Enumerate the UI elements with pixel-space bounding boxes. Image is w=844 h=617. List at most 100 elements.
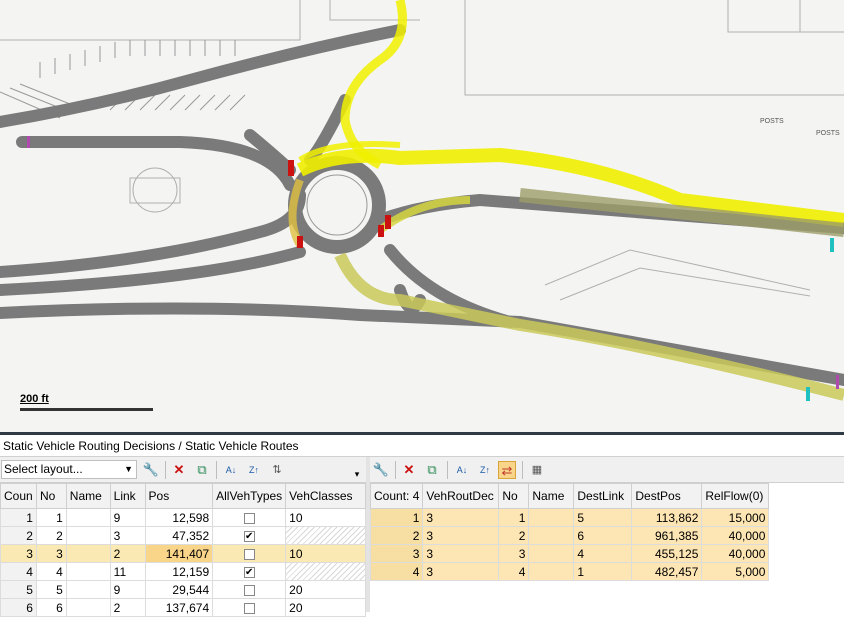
vehicle-routes-table[interactable]: Count: 4 VehRoutDec No Name DestLink Des… [370, 483, 770, 581]
row-index[interactable]: 4 [371, 563, 423, 581]
table-row[interactable]: 3 3 3 4 455,125 40,000 [371, 545, 769, 563]
cell-destlink[interactable]: 6 [574, 527, 632, 545]
cell-relflow[interactable]: 40,000 [702, 527, 769, 545]
cell-allvehtypes[interactable] [213, 509, 286, 527]
cell-destpos[interactable]: 961,385 [632, 527, 702, 545]
cell-vehroutdec[interactable]: 3 [423, 563, 499, 581]
table-row[interactable]: 2 3 2 6 961,385 40,000 [371, 527, 769, 545]
sort-descending-icon[interactable]: Z↑ [245, 461, 263, 479]
cell-allvehtypes[interactable] [213, 581, 286, 599]
layout-select[interactable]: Select layout... ▼ [1, 460, 137, 479]
cell-vehclasses[interactable]: 10 [286, 509, 366, 527]
cell-relflow[interactable]: 15,000 [702, 509, 769, 527]
cell-destpos[interactable]: 455,125 [632, 545, 702, 563]
cell-allvehtypes[interactable]: ✔ [213, 563, 286, 581]
allvehtypes-checkbox[interactable] [244, 603, 255, 614]
table-row[interactable]: 6 6 2 137,674 20 [1, 599, 366, 617]
cell-link[interactable]: 9 [110, 581, 145, 599]
cell-pos[interactable]: 47,352 [145, 527, 213, 545]
cell-name[interactable] [66, 581, 110, 599]
allvehtypes-checkbox[interactable] [244, 585, 255, 596]
cell-name[interactable] [66, 563, 110, 581]
network-map[interactable]: POSTS POSTS 200 ft [0, 0, 844, 432]
cell-name[interactable] [529, 527, 574, 545]
clear-sort-icon[interactable]: ⇅ [268, 461, 286, 479]
cell-no[interactable]: 1 [499, 509, 529, 527]
row-index[interactable]: 3 [371, 545, 423, 563]
row-index[interactable]: 5 [1, 581, 37, 599]
cell-vehroutdec[interactable]: 3 [423, 509, 499, 527]
dropdown-icon[interactable]: ▾ [348, 465, 366, 483]
cell-name[interactable] [66, 599, 110, 617]
cell-name[interactable] [66, 509, 110, 527]
cell-destlink[interactable]: 4 [574, 545, 632, 563]
cell-allvehtypes[interactable] [213, 599, 286, 617]
allvehtypes-checkbox[interactable] [244, 549, 255, 560]
cell-name[interactable] [66, 527, 110, 545]
cell-no[interactable]: 2 [36, 527, 66, 545]
cell-no[interactable]: 6 [36, 599, 66, 617]
cell-destlink[interactable]: 5 [574, 509, 632, 527]
row-index[interactable]: 2 [1, 527, 37, 545]
row-index[interactable]: 3 [1, 545, 37, 563]
duplicate-icon[interactable]: ⧉ [423, 461, 441, 479]
cell-link[interactable]: 9 [110, 509, 145, 527]
cell-name[interactable] [529, 509, 574, 527]
grid-icon[interactable]: ▦ [528, 461, 546, 479]
wrench-icon[interactable]: 🔧 [142, 461, 160, 479]
row-index[interactable]: 1 [371, 509, 423, 527]
table-row[interactable]: 4 3 4 1 482,457 5,000 [371, 563, 769, 581]
table-row[interactable]: 1 3 1 5 113,862 15,000 [371, 509, 769, 527]
table-row[interactable]: 5 5 9 29,544 20 [1, 581, 366, 599]
cell-allvehtypes[interactable]: ✔ [213, 527, 286, 545]
column-header[interactable]: DestLink [574, 484, 632, 509]
cell-name[interactable] [529, 563, 574, 581]
sort-ascending-icon[interactable]: A↓ [222, 461, 240, 479]
sync-icon[interactable]: ⇄ [498, 461, 516, 479]
cell-no[interactable]: 2 [499, 527, 529, 545]
table-row[interactable]: 4 4 11 12,159 ✔ [1, 563, 366, 581]
row-index[interactable]: 1 [1, 509, 37, 527]
column-header[interactable]: Name [529, 484, 574, 509]
column-header[interactable]: DestPos [632, 484, 702, 509]
cell-vehclasses[interactable]: 10 [286, 545, 366, 563]
cell-vehroutdec[interactable]: 3 [423, 527, 499, 545]
cell-destlink[interactable]: 1 [574, 563, 632, 581]
column-header[interactable]: Count: 4 [371, 484, 423, 509]
cell-destpos[interactable]: 113,862 [632, 509, 702, 527]
sort-ascending-icon[interactable]: A↓ [453, 461, 471, 479]
table-row[interactable]: 3 3 2 141,407 10 [1, 545, 366, 563]
cell-destpos[interactable]: 482,457 [632, 563, 702, 581]
delete-icon[interactable]: ✕ [400, 461, 418, 479]
row-index[interactable]: 6 [1, 599, 37, 617]
cell-vehclasses[interactable]: 20 [286, 581, 366, 599]
cell-link[interactable]: 3 [110, 527, 145, 545]
cell-allvehtypes[interactable] [213, 545, 286, 563]
column-header[interactable]: AllVehTypes [213, 484, 286, 509]
cell-no[interactable]: 1 [36, 509, 66, 527]
column-header[interactable]: No [36, 484, 66, 509]
cell-relflow[interactable]: 40,000 [702, 545, 769, 563]
cell-no[interactable]: 4 [36, 563, 66, 581]
cell-pos[interactable]: 141,407 [145, 545, 213, 563]
allvehtypes-checkbox[interactable] [244, 513, 255, 524]
row-index[interactable]: 2 [371, 527, 423, 545]
column-header[interactable]: Name [66, 484, 110, 509]
table-row[interactable]: 1 1 9 12,598 10 [1, 509, 366, 527]
cell-vehroutdec[interactable]: 3 [423, 545, 499, 563]
network-map-canvas[interactable]: POSTS POSTS [0, 0, 844, 432]
cell-link[interactable]: 11 [110, 563, 145, 581]
delete-icon[interactable]: ✕ [170, 461, 188, 479]
routing-decisions-table[interactable]: Coun No Name Link Pos AllVehTypes VehCla… [0, 483, 366, 617]
column-header[interactable]: Pos [145, 484, 213, 509]
column-header[interactable]: VehClasses [286, 484, 366, 509]
cell-name[interactable] [529, 545, 574, 563]
cell-vehclasses[interactable]: 20 [286, 599, 366, 617]
row-index[interactable]: 4 [1, 563, 37, 581]
wrench-icon[interactable]: 🔧 [372, 461, 390, 479]
cell-no[interactable]: 3 [36, 545, 66, 563]
column-header[interactable]: Link [110, 484, 145, 509]
column-header[interactable]: No [499, 484, 529, 509]
cell-relflow[interactable]: 5,000 [702, 563, 769, 581]
sort-descending-icon[interactable]: Z↑ [476, 461, 494, 479]
